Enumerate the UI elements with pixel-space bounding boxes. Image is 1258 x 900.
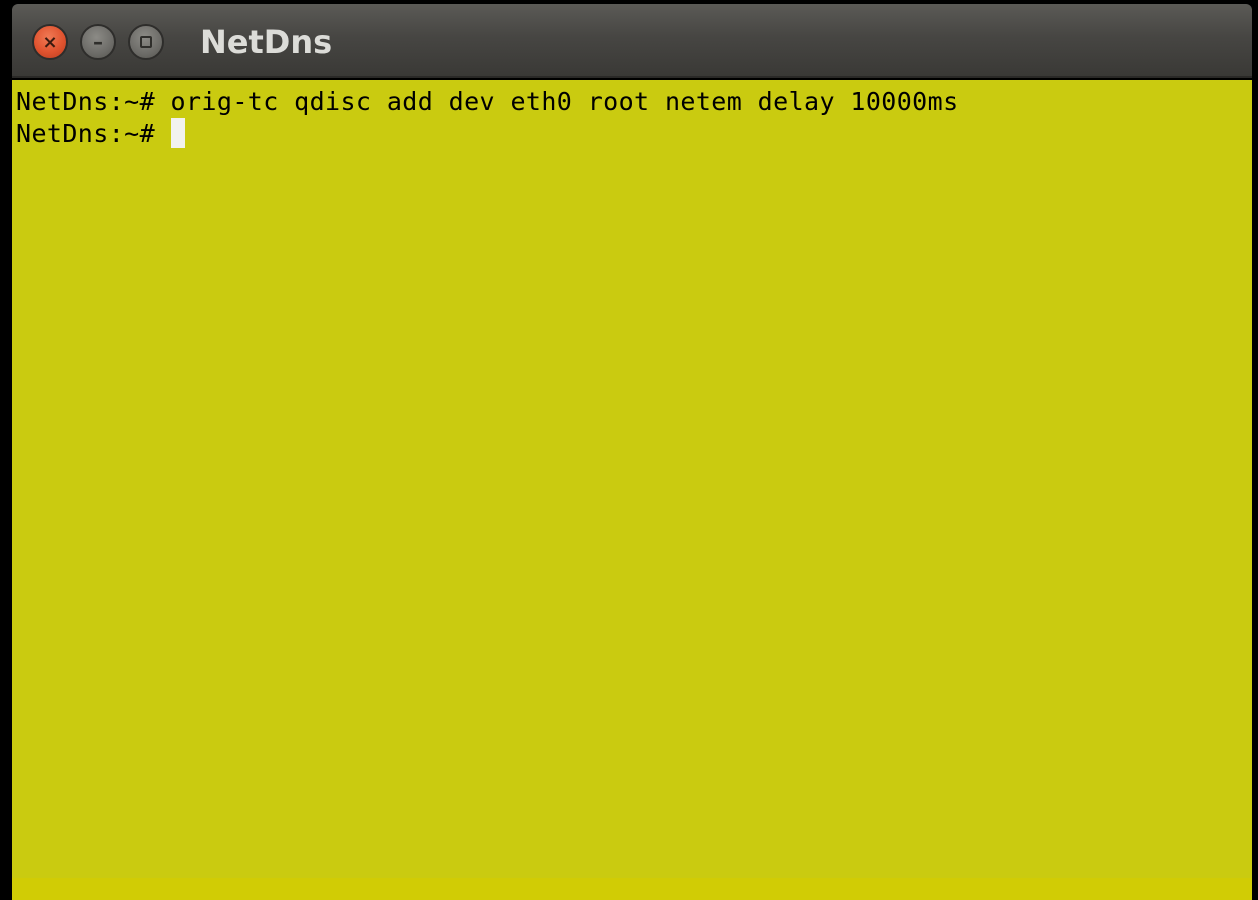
terminal-area[interactable]: NetDns:~# orig-tc qdisc add dev eth0 roo… [12, 80, 1252, 900]
terminal-window: × – NetDns NetDns:~# orig-tc qdisc add d… [12, 4, 1252, 900]
minimize-button[interactable]: – [80, 24, 116, 60]
command-text: orig-tc qdisc add dev eth0 root netem de… [170, 87, 959, 116]
shell-prompt: NetDns:~# [16, 119, 171, 148]
window-title: NetDns [200, 23, 333, 61]
close-icon: × [42, 31, 58, 53]
text-cursor [170, 118, 185, 148]
maximize-icon [140, 36, 152, 48]
title-bar[interactable]: × – NetDns [12, 4, 1252, 78]
close-button[interactable]: × [32, 24, 68, 60]
terminal-line: NetDns:~# orig-tc qdisc add dev eth0 roo… [16, 86, 959, 118]
minimize-icon: – [93, 30, 103, 54]
maximize-button[interactable] [128, 24, 164, 60]
terminal-line: NetDns:~# [16, 118, 185, 150]
shell-prompt: NetDns:~# [16, 87, 171, 116]
